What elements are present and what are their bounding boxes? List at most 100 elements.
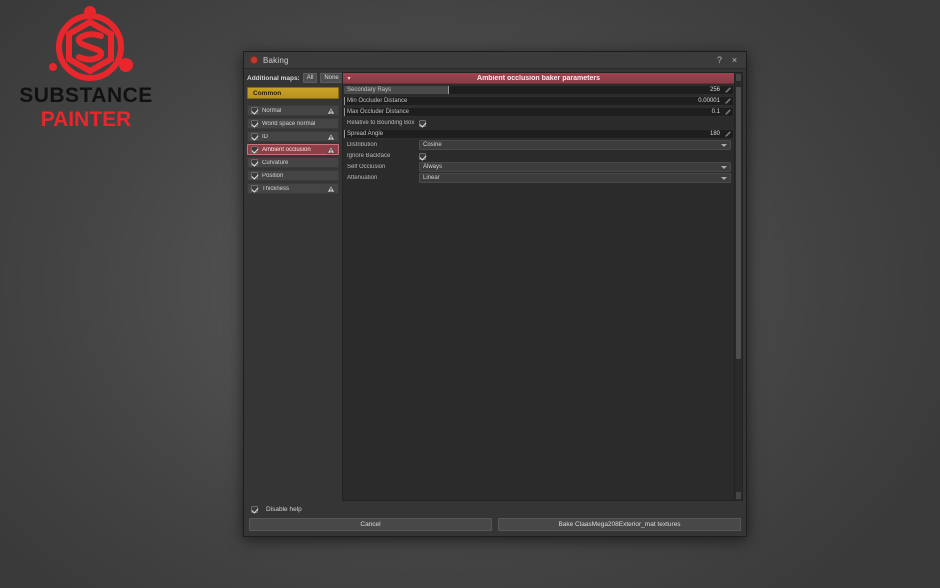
slider-fill <box>344 108 345 116</box>
map-label: Ambient occlusion <box>262 146 311 153</box>
scroll-down-arrow[interactable] <box>736 492 741 499</box>
param-value[interactable]: 180 <box>710 129 720 139</box>
param-label: Ignore Backface <box>347 153 391 159</box>
chevron-down-icon[interactable] <box>721 166 727 169</box>
slider-fill <box>344 97 345 105</box>
param-dropdown[interactable]: Always <box>419 162 731 172</box>
map-checkbox[interactable] <box>251 107 258 114</box>
param-slider-row[interactable]: Spread Angle 180 <box>343 129 734 139</box>
parameters-column: ▾ Ambient occlusion baker parameters Sec… <box>342 72 743 501</box>
help-button[interactable]: ? <box>712 53 727 68</box>
map-label: ID <box>262 133 268 140</box>
chevron-down-icon[interactable]: ▾ <box>343 75 355 82</box>
map-label: Normal <box>262 107 282 114</box>
dialog-footer: Disable help Cancel Bake ClaasMega208Ext… <box>247 501 743 533</box>
param-checkbox-wrap[interactable] <box>419 152 731 160</box>
disable-help-label: Disable help <box>266 506 302 513</box>
parameters-header-title: Ambient occlusion baker parameters <box>477 74 600 82</box>
map-item[interactable]: Ambient occlusion <box>247 144 339 155</box>
slider-track[interactable] <box>343 85 734 95</box>
param-checkbox[interactable] <box>419 119 426 127</box>
dialog-title: Baking <box>263 55 289 65</box>
map-label: Curvature <box>262 159 289 166</box>
param-checkbox-row[interactable]: Relative to Bounding Box <box>343 118 734 128</box>
param-dropdown[interactable]: Cosine <box>419 140 731 150</box>
baking-red-dot-icon <box>250 56 258 64</box>
param-label: Max Occluder Distance <box>347 109 410 115</box>
param-slider-row[interactable]: Secondary Rays 256 <box>343 85 734 95</box>
map-checkbox[interactable] <box>251 159 258 166</box>
disable-help-checkbox[interactable] <box>251 506 258 513</box>
map-label: Position <box>262 172 284 179</box>
dialog-body: Additional maps: All None Common Normal W… <box>244 69 746 536</box>
map-item[interactable]: Curvature <box>247 157 339 168</box>
param-dropdown[interactable]: Linear <box>419 173 731 183</box>
scrollbar-thumb[interactable] <box>736 87 741 359</box>
additional-maps-row: Additional maps: All None <box>247 72 343 84</box>
warning-icon <box>327 145 335 153</box>
maps-sidebar: Additional maps: All None Common Normal W… <box>247 72 343 501</box>
edit-value-icon[interactable] <box>724 130 732 138</box>
map-item[interactable]: ID <box>247 131 339 142</box>
logo-line-2: PAINTER <box>40 108 132 131</box>
vertical-scrollbar[interactable] <box>735 72 743 501</box>
map-item[interactable]: Thickness <box>247 183 339 194</box>
param-label: Attenuation <box>347 175 378 181</box>
select-all-button[interactable]: All <box>302 73 318 83</box>
param-label: Secondary Rays <box>347 87 392 93</box>
map-item[interactable]: World space normal <box>247 118 339 129</box>
map-label: World space normal <box>262 120 316 127</box>
map-checkbox[interactable] <box>251 185 258 192</box>
logo-line-1: SUBSTANCE <box>19 84 153 107</box>
map-label: Thickness <box>262 185 290 192</box>
warning-icon <box>327 184 335 192</box>
param-dropdown-value: Always <box>423 164 443 170</box>
ao-parameters-panel: ▾ Ambient occlusion baker parameters Sec… <box>342 72 735 501</box>
param-label: Spread Angle <box>347 131 384 137</box>
map-checkbox[interactable] <box>251 146 258 153</box>
param-label: Self Occlusion <box>347 164 386 170</box>
map-checkbox[interactable] <box>251 120 258 127</box>
select-none-button[interactable]: None <box>320 73 343 83</box>
scroll-up-arrow[interactable] <box>736 74 741 81</box>
map-checkbox[interactable] <box>251 172 258 179</box>
substance-painter-logo: SUBSTANCE PAINTER <box>6 4 166 131</box>
slider-track[interactable] <box>343 129 734 139</box>
param-checkbox-row[interactable]: Ignore Backface <box>343 151 734 161</box>
dialog-button-row: Cancel Bake ClaasMega208Exterior_mat tex… <box>249 518 741 531</box>
edit-value-icon[interactable] <box>724 108 732 116</box>
close-icon[interactable]: × <box>727 53 742 68</box>
param-dropdown-value: Cosine <box>423 142 442 148</box>
param-checkbox[interactable] <box>419 152 426 160</box>
chevron-down-icon[interactable] <box>721 177 727 180</box>
parameter-rows: Secondary Rays 256 Min Occluder Distance 0.… <box>343 84 734 184</box>
common-tab[interactable]: Common <box>247 87 339 99</box>
warning-icon <box>327 132 335 140</box>
param-value[interactable]: 0.1 <box>712 107 720 117</box>
edit-value-icon[interactable] <box>724 86 732 94</box>
baking-dialog: Baking ? × Additional maps: All None Com… <box>243 51 747 537</box>
param-dropdown-row[interactable]: Self Occlusion Always <box>343 162 734 172</box>
cancel-button[interactable]: Cancel <box>249 518 492 531</box>
map-checkbox[interactable] <box>251 133 258 140</box>
additional-maps-label: Additional maps: <box>247 74 300 82</box>
param-slider-row[interactable]: Max Occluder Distance 0.1 <box>343 107 734 117</box>
param-checkbox-wrap[interactable] <box>419 119 731 127</box>
bake-textures-button[interactable]: Bake ClaasMega208Exterior_mat textures <box>498 518 741 531</box>
param-dropdown-row[interactable]: Distribution Cosine <box>343 140 734 150</box>
disable-help-row[interactable]: Disable help <box>249 504 741 515</box>
dialog-titlebar[interactable]: Baking ? × <box>244 52 746 69</box>
warning-icon <box>327 106 335 114</box>
map-list: Normal World space normal ID Ambient occlus… <box>247 105 339 194</box>
param-label: Relative to Bounding Box <box>347 120 415 126</box>
param-value[interactable]: 256 <box>710 85 720 95</box>
map-item[interactable]: Position <box>247 170 339 181</box>
chevron-down-icon[interactable] <box>721 144 727 147</box>
param-dropdown-value: Linear <box>423 175 440 181</box>
edit-value-icon[interactable] <box>724 97 732 105</box>
param-dropdown-row[interactable]: Attenuation Linear <box>343 173 734 183</box>
param-value[interactable]: 0.00001 <box>698 96 720 106</box>
map-item[interactable]: Normal <box>247 105 339 116</box>
parameters-header[interactable]: ▾ Ambient occlusion baker parameters <box>343 73 734 84</box>
param-slider-row[interactable]: Min Occluder Distance 0.00001 <box>343 96 734 106</box>
